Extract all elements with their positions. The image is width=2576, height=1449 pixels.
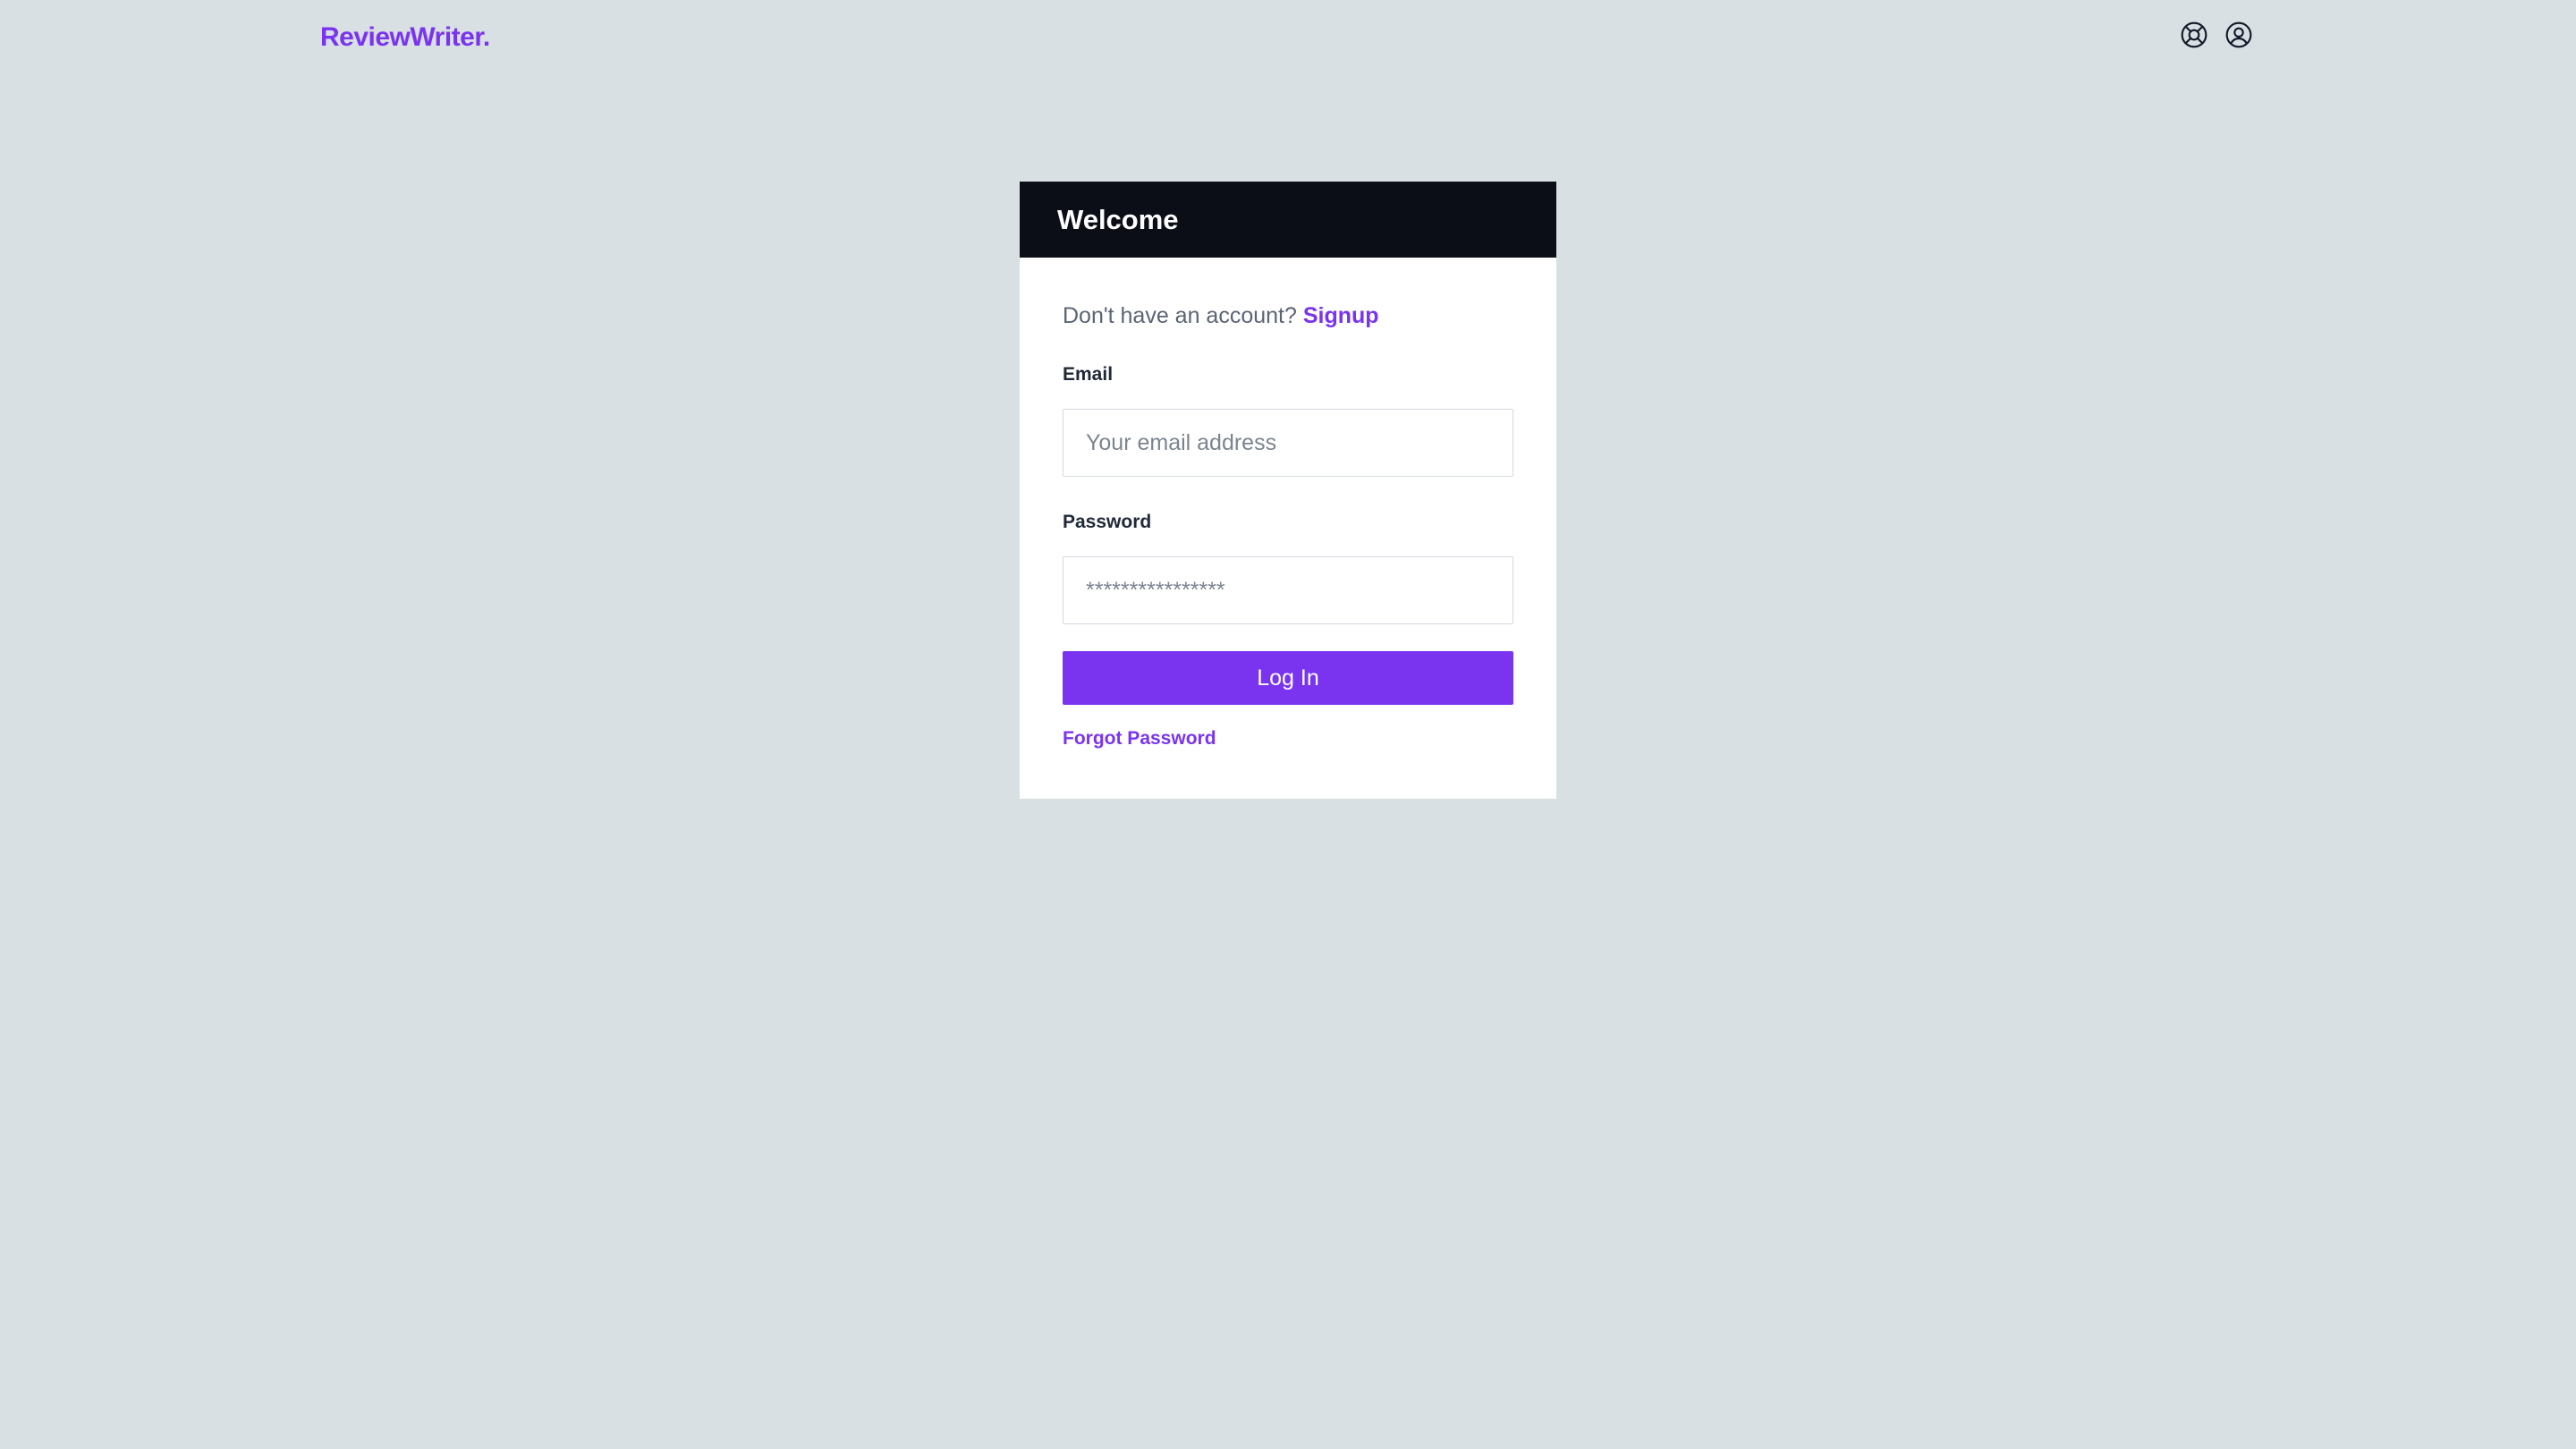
login-button[interactable]: Log In xyxy=(1063,651,1513,705)
signup-link[interactable]: Signup xyxy=(1303,303,1379,328)
help-icon xyxy=(2180,21,2208,54)
forgot-password-link[interactable]: Forgot Password xyxy=(1063,728,1216,750)
help-button[interactable] xyxy=(2179,21,2209,52)
login-form: Don't have an account? Signup Email Pass… xyxy=(1020,302,1556,750)
password-label: Password xyxy=(1063,512,1152,532)
login-card-header: Welcome xyxy=(1020,182,1556,258)
login-card: Welcome Don't have an account? Signup Em… xyxy=(1020,182,1556,799)
user-account-icon xyxy=(2224,21,2253,54)
email-input[interactable] xyxy=(1063,409,1513,477)
signup-prompt-line: Don't have an account? Signup xyxy=(1063,302,1513,329)
password-input[interactable] xyxy=(1063,556,1513,624)
user-account-button[interactable] xyxy=(2224,21,2254,52)
header-actions xyxy=(2179,21,2254,52)
email-label: Email xyxy=(1063,364,1114,385)
login-title: Welcome xyxy=(1057,203,1179,235)
signup-prompt-text: Don't have an account? xyxy=(1063,303,1297,328)
brand-logo[interactable]: ReviewWriter. xyxy=(320,20,490,55)
